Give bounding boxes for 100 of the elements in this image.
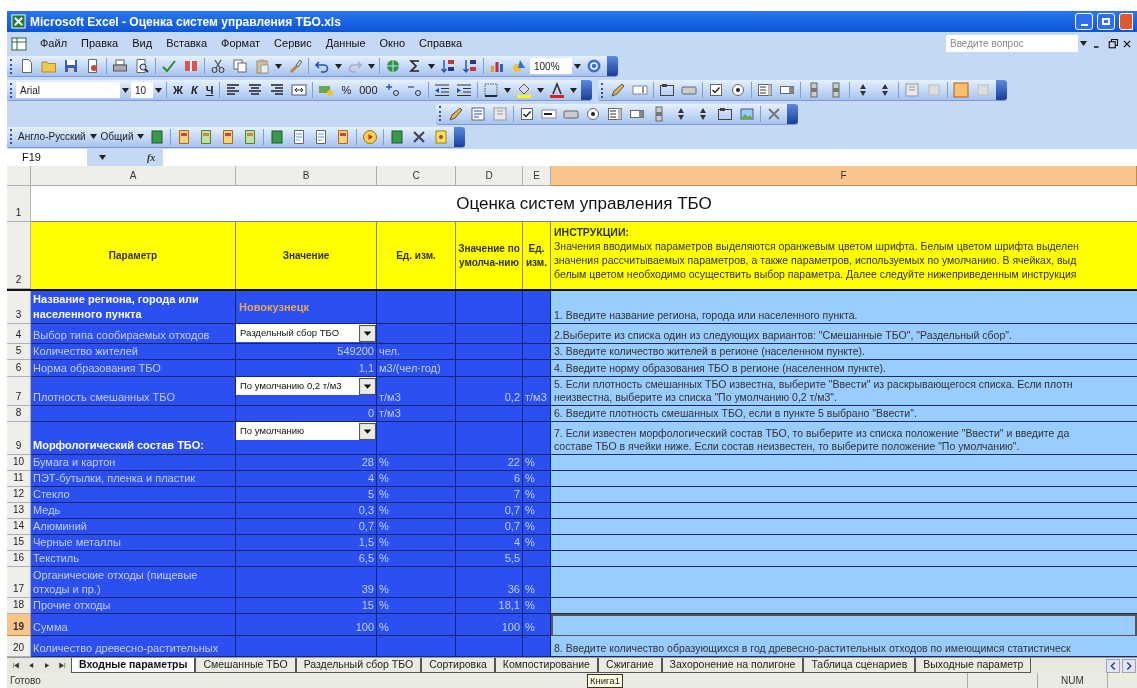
- new-document-icon[interactable]: [19, 58, 35, 74]
- row-header[interactable]: 20: [7, 636, 31, 657]
- radio-button-icon[interactable]: [585, 105, 601, 122]
- menu-item[interactable]: Справка: [412, 35, 470, 52]
- list-box-icon[interactable]: [756, 82, 773, 98]
- column-header[interactable]: F: [551, 166, 1137, 186]
- row-header[interactable]: 14: [7, 519, 31, 535]
- column-header[interactable]: C: [377, 166, 456, 186]
- sheet-tab[interactable]: Захоронение на полигоне: [661, 658, 804, 673]
- caret-icon[interactable]: [122, 87, 129, 93]
- font-color-icon[interactable]: [548, 82, 565, 98]
- toolbar-options-button[interactable]: [580, 80, 592, 100]
- row-header[interactable]: 6: [7, 360, 31, 377]
- italic-button[interactable]: К: [186, 81, 202, 99]
- book-icon[interactable]: [389, 128, 406, 145]
- thousands-button[interactable]: 000: [355, 81, 382, 99]
- row-header[interactable]: 10: [7, 455, 31, 471]
- font-field[interactable]: Arial: [16, 82, 120, 98]
- copy-icon[interactable]: [232, 58, 248, 74]
- minimize-button[interactable]: [1075, 13, 1093, 30]
- globe-icon[interactable]: [385, 58, 401, 74]
- previous-sheet-icon[interactable]: [27, 661, 36, 670]
- toolbar-grip[interactable]: [10, 58, 13, 74]
- check-mark-icon[interactable]: [161, 58, 177, 74]
- column-header[interactable]: E: [523, 166, 551, 186]
- insert-function-button[interactable]: fx: [147, 149, 163, 166]
- page-magnifier-icon[interactable]: [134, 58, 150, 74]
- toolbar-grip[interactable]: [600, 82, 604, 98]
- row-header[interactable]: 19: [7, 614, 31, 636]
- row-header[interactable]: 1: [7, 186, 31, 222]
- cross-icon[interactable]: [411, 128, 428, 145]
- row-header[interactable]: 4: [7, 324, 31, 344]
- sort-ascending-icon[interactable]: [440, 58, 456, 74]
- column-header[interactable]: D: [456, 166, 523, 186]
- toolbar-options-button[interactable]: [995, 80, 1007, 100]
- dropdown-field[interactable]: По умолчанию 0,2 т/м3: [236, 377, 376, 395]
- active-cell[interactable]: [551, 614, 1137, 636]
- scissors-icon[interactable]: [210, 58, 226, 74]
- menu-item[interactable]: Сервис: [267, 35, 319, 52]
- close-button[interactable]: [1119, 13, 1133, 30]
- shapes-icon[interactable]: [511, 58, 527, 74]
- text-box-icon[interactable]: [631, 82, 648, 98]
- next-sheet-icon[interactable]: [42, 661, 51, 670]
- percent-button[interactable]: %: [337, 81, 356, 99]
- caret-icon[interactable]: [137, 134, 145, 139]
- row-header[interactable]: 15: [7, 535, 31, 551]
- image-icon[interactable]: [739, 105, 755, 122]
- toolbar-grip[interactable]: [439, 106, 442, 121]
- fill-color-icon[interactable]: [515, 82, 532, 98]
- checkbox-icon[interactable]: [519, 105, 535, 122]
- sheet-tab[interactable]: Выходные параметр: [915, 658, 1032, 673]
- column-header[interactable]: A: [31, 166, 236, 186]
- clipboard-icon[interactable]: [254, 58, 270, 74]
- dropdown-button[interactable]: [359, 324, 376, 342]
- align-right-icon[interactable]: [269, 82, 286, 98]
- group-box-icon[interactable]: [717, 105, 733, 122]
- dictionary-dropdown[interactable]: Англо-Русский: [16, 129, 88, 144]
- restore-icon[interactable]: [1107, 37, 1119, 50]
- zoom-field[interactable]: 100%: [530, 58, 572, 74]
- caret-icon[interactable]: [569, 87, 577, 93]
- caret-icon[interactable]: [574, 63, 581, 69]
- caret-icon[interactable]: [89, 134, 97, 139]
- pencil-icon[interactable]: [609, 82, 626, 98]
- underline-button[interactable]: Ч: [201, 81, 218, 99]
- row-header[interactable]: 12: [7, 487, 31, 503]
- toolbar-grip[interactable]: [10, 82, 13, 98]
- group-box-icon[interactable]: [658, 82, 675, 98]
- column-header[interactable]: B: [236, 166, 377, 186]
- align-left-icon[interactable]: [225, 82, 242, 98]
- menu-item[interactable]: Вставка: [159, 35, 214, 52]
- caret-icon[interactable]: [155, 87, 162, 93]
- dropdown-field[interactable]: Раздельный сбор ТБО: [236, 324, 376, 342]
- caret-icon[interactable]: [99, 155, 106, 160]
- bold-button[interactable]: Ж: [169, 81, 187, 99]
- first-sheet-icon[interactable]: [12, 661, 21, 670]
- topic-dropdown[interactable]: Общий: [98, 129, 136, 144]
- last-sheet-icon[interactable]: [57, 661, 66, 670]
- dropdown-button[interactable]: [359, 377, 376, 395]
- printer-icon[interactable]: [112, 58, 128, 74]
- note-icon[interactable]: [433, 128, 450, 145]
- increase-decimal-icon[interactable]: [384, 82, 401, 98]
- dropdown-field[interactable]: По умолчанию: [236, 422, 376, 440]
- book-icon[interactable]: [269, 128, 286, 145]
- toolbar-options-button[interactable]: [454, 126, 466, 147]
- borders-icon[interactable]: [482, 82, 499, 98]
- increase-indent-icon[interactable]: [455, 82, 472, 98]
- row-header[interactable]: 7: [7, 377, 31, 406]
- menu-item[interactable]: Данные: [318, 35, 373, 52]
- play-icon[interactable]: [362, 128, 379, 145]
- row-header[interactable]: 2: [7, 222, 31, 289]
- toolbar-options-button[interactable]: [787, 103, 798, 124]
- sheet-tab[interactable]: Сжигание: [597, 658, 662, 673]
- menu-item[interactable]: Окно: [372, 35, 413, 52]
- book-icon[interactable]: [149, 128, 166, 145]
- dropdown-button[interactable]: [359, 422, 376, 440]
- sheet-tab[interactable]: Входные параметры: [71, 658, 196, 673]
- row-header[interactable]: 17: [7, 567, 31, 598]
- undo-icon[interactable]: [314, 58, 330, 74]
- row-header[interactable]: 8: [7, 406, 31, 422]
- folder-icon[interactable]: [41, 58, 57, 74]
